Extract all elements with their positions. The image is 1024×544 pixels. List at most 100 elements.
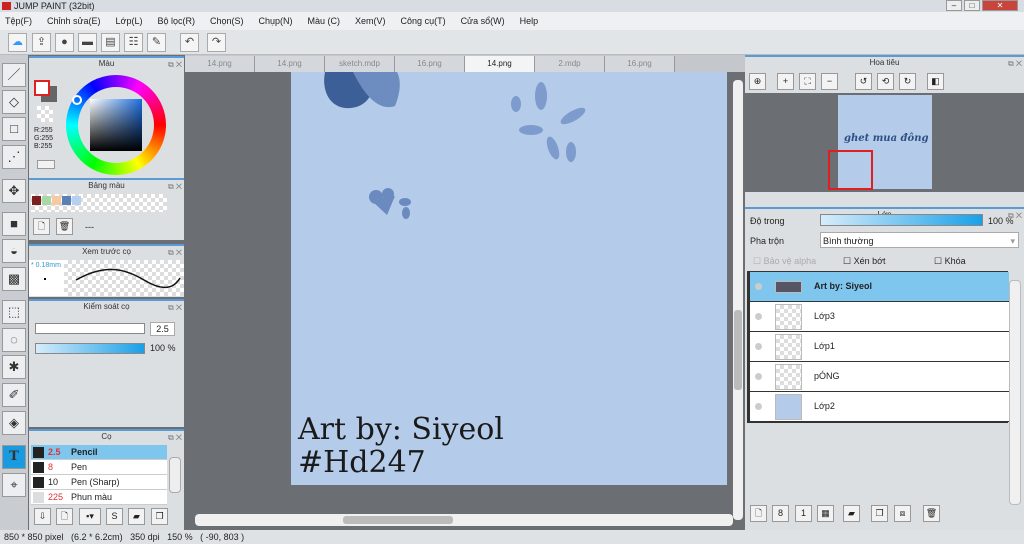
layer-visibility-icon[interactable] xyxy=(755,403,762,410)
brush-opacity-slider[interactable] xyxy=(35,343,145,354)
brush-size-input[interactable]: 2.5 xyxy=(150,322,175,336)
magic-wand-tool-icon[interactable]: ✱ xyxy=(2,355,26,379)
rotate-reset-icon[interactable]: ⟲ xyxy=(877,73,894,90)
navigator-viewport-rect[interactable] xyxy=(828,150,873,190)
maximize-button[interactable]: □ xyxy=(964,0,980,11)
document-tab[interactable]: 16.png xyxy=(605,56,675,72)
comment-icon[interactable]: ▬ xyxy=(78,33,97,52)
layer-row[interactable]: Lớp2 xyxy=(750,392,1009,422)
brush-size-slider[interactable] xyxy=(35,323,145,334)
menu-edit[interactable]: Chỉnh sửa(E) xyxy=(47,16,101,26)
document-tab[interactable]: 16.png xyxy=(395,56,465,72)
layer-visibility-icon[interactable] xyxy=(755,373,762,380)
blend-mode-select[interactable]: Bình thường ▾ xyxy=(820,232,1019,248)
rotate-right-icon[interactable]: ↻ xyxy=(899,73,916,90)
layer-row[interactable]: Lớp1 xyxy=(750,332,1009,362)
layer-visibility-icon[interactable] xyxy=(755,283,762,290)
menu-layer[interactable]: Lớp(L) xyxy=(116,16,143,26)
panel-close-icon[interactable]: ⧉ ✕ xyxy=(168,247,182,259)
select-eraser-tool-icon[interactable]: ◈ xyxy=(2,411,26,435)
undo-icon[interactable]: ↶ xyxy=(180,33,199,52)
brush-list-scrollbar[interactable] xyxy=(169,457,181,493)
speech-bubble-icon[interactable]: ● xyxy=(55,33,74,52)
panel-close-icon[interactable]: ⧉ ✕ xyxy=(168,302,182,314)
brush-tool-icon[interactable]: ／ xyxy=(2,63,26,87)
minimize-button[interactable]: – xyxy=(946,0,962,11)
layer-opacity-slider[interactable] xyxy=(820,214,983,226)
palette-swatch[interactable] xyxy=(72,196,81,205)
document-tab[interactable]: sketch.mdp xyxy=(325,56,395,72)
new-palette-icon[interactable]: 🗋 xyxy=(33,218,50,235)
lasso-tool-icon[interactable]: ◌ xyxy=(2,328,26,352)
page-icon[interactable]: ▤ xyxy=(101,33,120,52)
delete-palette-icon[interactable]: 🗑 xyxy=(56,218,73,235)
brush-item[interactable]: 225 Phun màu xyxy=(31,490,167,505)
panel-close-icon[interactable]: ⧉ ✕ xyxy=(168,59,182,71)
duplicate-brush-icon[interactable]: ❐ xyxy=(151,508,168,525)
layer-row[interactable]: Lớp3 xyxy=(750,302,1009,332)
brush-item[interactable]: 10 Pen (Sharp) xyxy=(31,475,167,490)
share-icon[interactable]: ⇪ xyxy=(32,33,51,52)
menu-capture[interactable]: Chụp(N) xyxy=(259,16,293,26)
gradient-tool-icon[interactable]: ▩ xyxy=(2,267,26,291)
palette-swatch[interactable] xyxy=(62,196,71,205)
layer-visibility-icon[interactable] xyxy=(755,313,762,320)
foreground-color-swatch[interactable] xyxy=(34,80,50,96)
move-tool-icon[interactable]: ✥ xyxy=(2,179,26,203)
menu-select[interactable]: Chọn(S) xyxy=(210,16,244,26)
halftone-layer-icon[interactable]: ▦ xyxy=(817,505,834,522)
vertical-scrollbar[interactable] xyxy=(733,80,743,520)
menu-filter[interactable]: Bộ lọc(R) xyxy=(157,16,195,26)
horizontal-scrollbar[interactable] xyxy=(195,514,733,526)
menu-window[interactable]: Cửa sổ(W) xyxy=(461,16,505,26)
palette-swatch[interactable] xyxy=(32,196,41,205)
operation-tool-icon[interactable]: ⌖ xyxy=(2,473,26,497)
color-settings-button[interactable] xyxy=(37,160,55,169)
document-tab[interactable]: 14.png xyxy=(185,56,255,72)
layer-row[interactable]: pÓNG xyxy=(750,362,1009,392)
saturation-value-square[interactable] xyxy=(90,99,142,151)
duplicate-layer-icon[interactable]: ❐ xyxy=(871,505,888,522)
cloud-icon[interactable]: ☁ xyxy=(8,33,27,52)
flip-horizontal-icon[interactable]: ◧ xyxy=(927,73,944,90)
new-layer-icon[interactable]: 🗋 xyxy=(750,505,767,522)
layer-folder-icon[interactable]: ▰ xyxy=(843,505,860,522)
text-tool-icon[interactable]: T xyxy=(2,445,26,469)
fit-window-icon[interactable]: ⛶ xyxy=(799,73,816,90)
brush-item[interactable]: 2.5 Pencil xyxy=(31,445,167,460)
new-1bit-layer-icon[interactable]: 1 xyxy=(795,505,812,522)
brush-script-icon[interactable]: S xyxy=(106,508,123,525)
dot-line-tool-icon[interactable]: ⋰ xyxy=(2,145,26,169)
document-tab[interactable]: 2.mdp xyxy=(535,56,605,72)
merge-layer-icon[interactable]: ⧈ xyxy=(894,505,911,522)
hue-picker-handle[interactable] xyxy=(72,95,82,105)
layer-list-scrollbar[interactable] xyxy=(1009,280,1021,505)
menu-view[interactable]: Xem(V) xyxy=(355,16,386,26)
transparent-color-swatch[interactable] xyxy=(37,106,53,122)
layer-row[interactable]: Art by: Siyeol xyxy=(750,272,1009,302)
clipping-checkbox[interactable]: ☐ Xén bớt xyxy=(843,256,886,267)
menu-help[interactable]: Help xyxy=(520,16,539,26)
close-button[interactable]: ✕ xyxy=(982,0,1018,11)
brush-folder-icon[interactable]: ▰ xyxy=(128,508,145,525)
navigator-view[interactable]: ghet mua đông xyxy=(745,93,1024,192)
zoom-fit-icon[interactable]: ⊕ xyxy=(749,73,766,90)
eraser-tool-icon[interactable]: ◇ xyxy=(2,90,26,114)
palette-swatch[interactable] xyxy=(42,196,51,205)
protect-alpha-checkbox[interactable]: ☐ Bảo vệ alpha xyxy=(753,256,816,267)
select-rect-tool-icon[interactable]: ⬚ xyxy=(2,300,26,324)
document-tab[interactable]: 14.png xyxy=(465,56,535,72)
delete-layer-icon[interactable]: 🗑 xyxy=(923,505,940,522)
fill-rect-tool-icon[interactable]: ■ xyxy=(2,212,26,236)
layer-visibility-icon[interactable] xyxy=(755,343,762,350)
lock-checkbox[interactable]: ☐ Khóa xyxy=(934,256,966,267)
panel-close-icon[interactable]: ⧉ ✕ xyxy=(168,432,182,444)
document-tab[interactable]: 14.png xyxy=(255,56,325,72)
zoom-out-icon[interactable]: − xyxy=(821,73,838,90)
new-brush-icon[interactable]: 🗋 xyxy=(56,508,73,525)
brush-download-icon[interactable]: ⇩ xyxy=(34,508,51,525)
select-pen-tool-icon[interactable]: ✐ xyxy=(2,383,26,407)
edit-panel-icon[interactable]: ✎ xyxy=(147,33,166,52)
zoom-in-icon[interactable]: + xyxy=(777,73,794,90)
rotate-left-icon[interactable]: ↺ xyxy=(855,73,872,90)
